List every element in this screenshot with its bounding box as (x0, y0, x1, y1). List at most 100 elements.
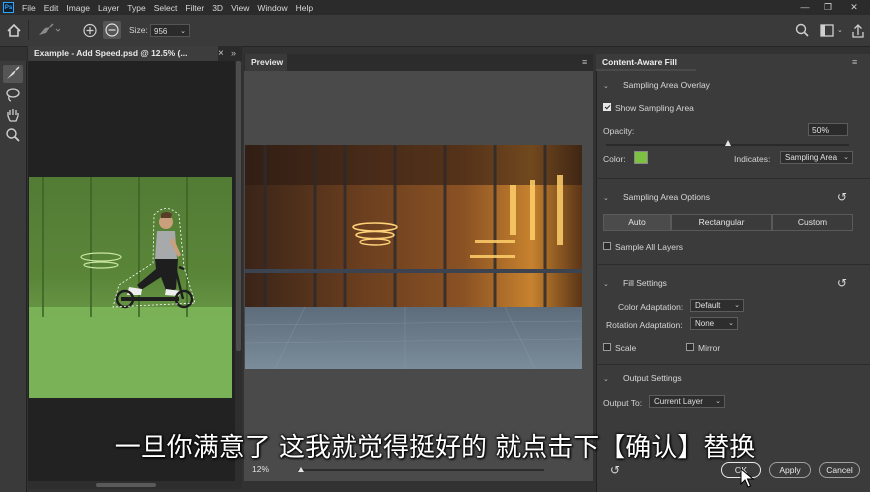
menu-select[interactable]: Select (150, 3, 182, 13)
rotation-adaptation-value: None (695, 319, 715, 328)
menu-layer[interactable]: Layer (94, 3, 123, 13)
opacity-input[interactable]: 50% (808, 123, 848, 136)
lasso-brush-preset-icon[interactable] (36, 15, 62, 46)
menu-window[interactable]: Window (253, 3, 291, 13)
opacity-label: Opacity: (603, 126, 635, 136)
show-sampling-area-label: Show Sampling Area (615, 103, 694, 113)
indicates-label: Indicates: (734, 154, 771, 164)
menu-bar: Ps File Edit Image Layer Type Select Fil… (0, 0, 870, 15)
scale-checkbox[interactable] (603, 343, 611, 351)
chevron-down-icon: ⌄ (180, 28, 186, 35)
chevron-down-icon: ⌄ (728, 320, 734, 327)
hand-tool-icon[interactable] (3, 107, 23, 125)
separator (28, 20, 29, 40)
scrollbar-thumb[interactable] (96, 483, 156, 487)
color-adaptation-value: Default (695, 301, 721, 310)
menu-help[interactable]: Help (292, 3, 317, 13)
menu-file[interactable]: File (18, 3, 40, 13)
size-label: Size: (129, 25, 148, 35)
lasso-tool-icon[interactable] (3, 87, 23, 105)
section-sampling-area-options[interactable]: ⌄ Sampling Area Options (603, 192, 710, 202)
search-icon[interactable] (795, 15, 811, 46)
reset-icon[interactable]: ↺ (836, 277, 848, 289)
document-horizontal-scrollbar[interactable] (28, 481, 242, 489)
reset-icon[interactable]: ↺ (836, 191, 848, 203)
sampling-custom-button[interactable]: Custom (772, 214, 853, 231)
color-adaptation-dropdown[interactable]: Default ⌄ (690, 299, 744, 312)
opacity-slider-handle[interactable] (724, 140, 731, 146)
photoshop-logo-icon: Ps (3, 2, 14, 13)
sample-all-layers-label: Sample All Layers (615, 242, 684, 252)
document-vertical-scrollbar[interactable] (235, 61, 242, 481)
chevron-down-icon: ⌄ (603, 83, 609, 90)
mirror-label: Mirror (698, 343, 721, 353)
preview-result-photo[interactable] (245, 145, 582, 369)
indicates-value: Sampling Area (785, 153, 838, 162)
close-window-button[interactable]: ✕ (843, 0, 865, 15)
preview-tab-strip (244, 54, 593, 71)
home-icon[interactable] (7, 15, 23, 46)
zoom-tool-icon[interactable] (3, 127, 23, 145)
add-to-sampling-icon[interactable] (82, 15, 100, 46)
menu-filter[interactable]: Filter (181, 3, 208, 13)
output-to-label: Output To: (603, 398, 643, 408)
indicates-dropdown[interactable]: Sampling Area ⌄ (780, 151, 853, 164)
section-label: Sampling Area Options (623, 192, 710, 202)
section-sampling-area-overlay[interactable]: ⌄ Sampling Area Overlay (603, 80, 710, 90)
divider (596, 364, 870, 365)
color-adaptation-label: Color Adaptation: (618, 302, 684, 312)
size-value: 956 (154, 27, 168, 36)
rotation-adaptation-dropdown[interactable]: None ⌄ (690, 317, 738, 330)
content-aware-fill-panel (596, 54, 870, 492)
sampling-auto-button[interactable]: Auto (603, 214, 671, 231)
close-tab-icon[interactable]: × (218, 46, 228, 61)
chevron-down-icon: ⌄ (603, 376, 609, 383)
panel-menu-icon[interactable]: ≡ (582, 56, 592, 69)
options-bar: Size: 956 ⌄ ⌄ (0, 15, 870, 47)
size-input[interactable]: 956 ⌄ (150, 24, 190, 37)
sampling-rectangular-button[interactable]: Rectangular (671, 214, 772, 231)
menu-view[interactable]: View (227, 3, 253, 13)
chevron-down-icon: ⌄ (715, 398, 721, 405)
sampling-brush-tool-icon[interactable] (3, 65, 23, 83)
color-label: Color: (603, 154, 626, 164)
divider (596, 264, 870, 265)
section-fill-settings[interactable]: ⌄ Fill Settings (603, 278, 667, 288)
document-tab-title: Example - Add Speed.psd @ 12.5% (... (34, 48, 188, 58)
opacity-value: 50% (812, 125, 830, 135)
document-tab[interactable]: Example - Add Speed.psd @ 12.5% (... (28, 46, 218, 61)
divider (596, 178, 870, 179)
workspace-icon[interactable] (819, 15, 835, 46)
menu-image[interactable]: Image (62, 3, 94, 13)
mirror-checkbox[interactable] (686, 343, 694, 351)
section-output-settings[interactable]: ⌄ Output Settings (603, 373, 682, 383)
mouse-cursor-icon (740, 467, 755, 488)
sample-all-layers-checkbox[interactable] (603, 242, 611, 250)
section-label: Sampling Area Overlay (623, 80, 710, 90)
chevron-down-icon: ⌄ (603, 281, 609, 288)
show-sampling-area-checkbox[interactable] (603, 103, 611, 111)
scrollbar-thumb[interactable] (236, 61, 241, 351)
output-to-dropdown[interactable]: Current Layer ⌄ (649, 395, 725, 408)
tab-preview[interactable]: Preview (245, 54, 287, 71)
output-to-value: Current Layer (654, 397, 703, 406)
share-icon[interactable] (851, 15, 867, 46)
menu-edit[interactable]: Edit (40, 3, 63, 13)
video-subtitle: 一旦你满意了 这我就觉得挺好的 就点击下【确认】替换 (114, 433, 756, 463)
overlay-color-swatch[interactable] (634, 151, 648, 164)
menu-type[interactable]: Type (123, 3, 149, 13)
minimize-button[interactable]: — (794, 0, 816, 15)
section-label: Output Settings (623, 373, 682, 383)
panel-menu-icon[interactable]: ≡ (852, 56, 864, 69)
sampling-overlay-photo[interactable] (29, 177, 232, 398)
panel-title: Content-Aware Fill (596, 54, 696, 71)
scale-label: Scale (615, 343, 637, 353)
preview-tab-label: Preview (251, 57, 284, 67)
opacity-slider[interactable] (606, 140, 849, 146)
preview-zoom-slider[interactable] (298, 467, 544, 472)
menu-3d[interactable]: 3D (208, 3, 227, 13)
panel-collapse-icon[interactable]: » (231, 46, 241, 61)
workspace-chevron-icon[interactable]: ⌄ (837, 15, 847, 46)
subtract-from-sampling-icon[interactable] (103, 21, 121, 39)
maximize-button[interactable]: ❐ (817, 0, 839, 15)
